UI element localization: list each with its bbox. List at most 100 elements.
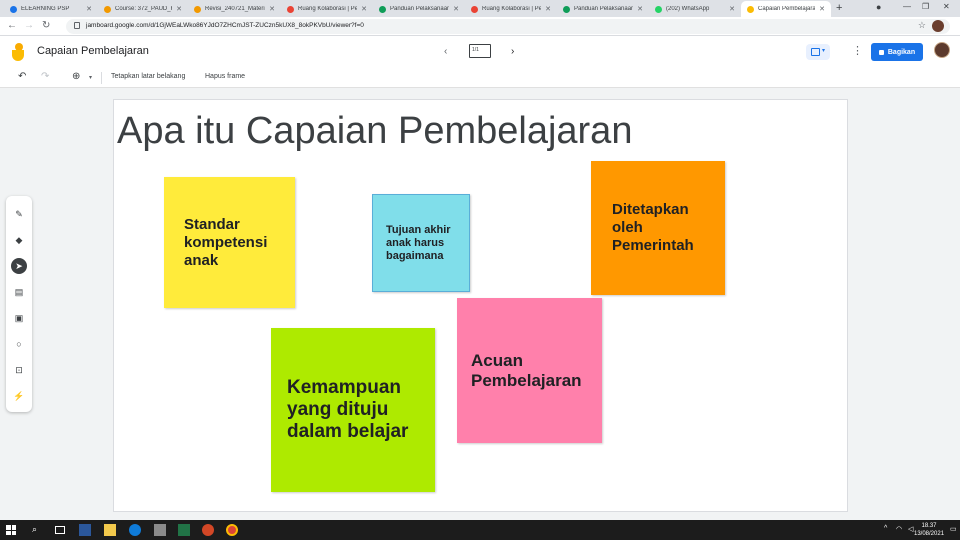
chevron-down-icon: ▾ [822, 48, 826, 54]
sticky-note-line: Acuan [471, 350, 523, 370]
close-icon[interactable]: ✕ [637, 5, 643, 13]
bookmark-star-icon[interactable]: ☆ [918, 20, 926, 31]
browser-tab-strip: ELEARNING PSP ✕ Course: 372_PAUD_KI ✕ Re… [0, 0, 960, 17]
tab-favicon-icon [194, 5, 201, 13]
browser-tab[interactable]: ELEARNING PSP ✕ [4, 1, 98, 17]
minimize-icon[interactable]: — [903, 2, 911, 11]
tab-favicon-icon [747, 5, 754, 13]
close-icon[interactable]: ✕ [729, 5, 735, 13]
browser-tab[interactable]: Panduan Pelaksanaan ✕ [373, 1, 465, 17]
profile-avatar[interactable] [932, 20, 944, 32]
sticky-note-line: bagaimana [386, 249, 444, 262]
app-header: Capaian Pembelajaran ‹ 1/1 › ▾ ⋮ Bagikan [0, 36, 960, 68]
browser-tab[interactable]: Revisi_240721_Materi ✕ [188, 1, 281, 17]
browser-tab[interactable]: (202) WhatsApp ✕ [649, 1, 741, 17]
chrome-icon[interactable] [226, 524, 238, 536]
sticky-note[interactable]: Kemampuan yang dituju dalam belajar [271, 328, 435, 492]
sticky-note[interactable]: Acuan Pembelajaran [457, 298, 602, 443]
back-icon[interactable]: ← [7, 20, 17, 31]
browser-tab[interactable]: Course: 372_PAUD_KI ✕ [98, 1, 188, 17]
clear-frame-button[interactable]: Hapus frame [205, 73, 245, 80]
wifi-icon[interactable]: ◠ [896, 525, 902, 533]
account-icon[interactable]: ● [876, 2, 881, 12]
notification-icon[interactable]: ▭ [950, 525, 957, 533]
sticky-note-icon[interactable]: ▤ [11, 284, 27, 300]
redo-icon[interactable]: ↷ [41, 71, 49, 82]
toolbar: ↶ ↷ ⊕ ▾ Tetapkan latar belakang Hapus fr… [0, 68, 960, 88]
volume-icon[interactable]: ◁ [908, 525, 913, 533]
tab-favicon-icon [563, 5, 570, 13]
browser-tab[interactable]: Panduan Pelaksanaan ✕ [557, 1, 649, 17]
sticky-note-line: Pemerintah [612, 237, 694, 254]
browser-tab[interactable]: Ruang Kolaborasi | Pe ✕ [281, 1, 373, 17]
sticky-note-line: Pembelajaran [471, 370, 582, 390]
image-icon[interactable]: ▣ [11, 310, 27, 326]
sticky-note-line: yang dituju [287, 399, 389, 420]
frame-counter: 1/1 [472, 47, 479, 53]
present-button[interactable]: ▾ [806, 44, 830, 60]
undo-icon[interactable]: ↶ [18, 71, 26, 82]
close-window-icon[interactable]: ✕ [943, 2, 950, 11]
tab-favicon-icon [10, 5, 17, 13]
sticky-note[interactable]: Standar kompetensi anak [164, 177, 295, 308]
forward-icon[interactable]: → [24, 20, 34, 31]
task-view-icon[interactable] [55, 526, 65, 534]
excel-icon[interactable] [178, 524, 190, 536]
restore-icon[interactable]: ❐ [922, 2, 929, 11]
next-frame-icon[interactable]: › [511, 46, 514, 57]
canvas-heading[interactable]: Apa itu Capaian Pembelajaran [117, 110, 632, 153]
sticky-note-line: anak harus [386, 236, 445, 249]
share-button[interactable]: Bagikan [871, 43, 923, 61]
more-options-icon[interactable]: ⋮ [852, 44, 863, 57]
sticky-note[interactable]: Tujuan akhir anak harus bagaimana [372, 194, 470, 292]
browser-tab[interactable]: Ruang Kolaborasi | Pe ✕ [465, 1, 557, 17]
jam-canvas[interactable]: Apa itu Capaian Pembelajaran Standar kom… [113, 99, 848, 512]
eraser-icon[interactable]: ◆ [11, 232, 27, 248]
system-clock[interactable]: 18.37 13/08/2021 [914, 522, 944, 538]
reload-icon[interactable]: ↻ [42, 20, 50, 31]
close-icon[interactable]: ✕ [453, 5, 459, 13]
tab-favicon-icon [379, 5, 386, 13]
tool-palette: ✎ ◆ ➤ ▤ ▣ ○ ⊡ ⚡ [6, 196, 32, 412]
tab-favicon-icon [287, 5, 294, 13]
search-icon[interactable]: ⌕ [32, 524, 44, 536]
zoom-icon[interactable]: ⊕ [72, 71, 80, 82]
chevron-down-icon[interactable]: ▾ [89, 74, 92, 81]
sticky-note-line: Kemampuan [287, 377, 402, 398]
close-icon[interactable]: ✕ [819, 5, 825, 13]
store-icon[interactable] [154, 524, 166, 536]
text-box-icon[interactable]: ⊡ [11, 362, 27, 378]
new-tab-button[interactable]: + [836, 2, 842, 14]
close-icon[interactable]: ✕ [86, 5, 92, 13]
close-icon[interactable]: ✕ [361, 5, 367, 13]
tab-favicon-icon [104, 5, 111, 13]
browser-tab-active[interactable]: Capaian Pembelajaran ✕ [741, 1, 831, 17]
sticky-note-line: kompetensi [184, 233, 268, 251]
address-bar-row: ← → ↻ jamboard.google.com/d/1GjWEaLWko86… [0, 17, 960, 36]
omnibox[interactable]: jamboard.google.com/d/1GjWEaLWko86YJdO7Z… [66, 19, 950, 34]
circle-icon[interactable]: ○ [11, 336, 27, 352]
laser-icon[interactable]: ⚡ [11, 388, 27, 404]
chevron-up-icon[interactable]: ^ [884, 525, 887, 532]
windows-start-icon[interactable] [6, 525, 16, 535]
frame-bar-button[interactable]: 1/1 [469, 44, 491, 58]
tab-favicon-icon [471, 5, 478, 13]
tab-favicon-icon [655, 5, 662, 13]
close-icon[interactable]: ✕ [176, 5, 182, 13]
set-background-button[interactable]: Tetapkan latar belakang [111, 73, 185, 80]
file-explorer-icon[interactable] [104, 524, 116, 536]
edge-icon[interactable] [129, 524, 141, 536]
windows-taskbar: ⌕ ^ ◠ ◁ 18.37 13/08/2021 ▭ [0, 520, 960, 540]
previous-frame-icon[interactable]: ‹ [444, 46, 447, 57]
sticky-note[interactable]: Ditetapkan oleh Pemerintah [591, 161, 725, 295]
word-icon[interactable] [79, 524, 91, 536]
sticky-note-line: Tujuan akhir [386, 223, 451, 236]
powerpoint-icon[interactable] [202, 524, 214, 536]
close-icon[interactable]: ✕ [269, 5, 275, 13]
select-icon[interactable]: ➤ [11, 258, 27, 274]
url-text[interactable]: jamboard.google.com/d/1GjWEaLWko86YJdO7Z… [86, 22, 364, 29]
close-icon[interactable]: ✕ [545, 5, 551, 13]
pen-icon[interactable]: ✎ [11, 206, 27, 222]
document-title[interactable]: Capaian Pembelajaran [37, 45, 149, 57]
avatar[interactable] [934, 42, 950, 58]
